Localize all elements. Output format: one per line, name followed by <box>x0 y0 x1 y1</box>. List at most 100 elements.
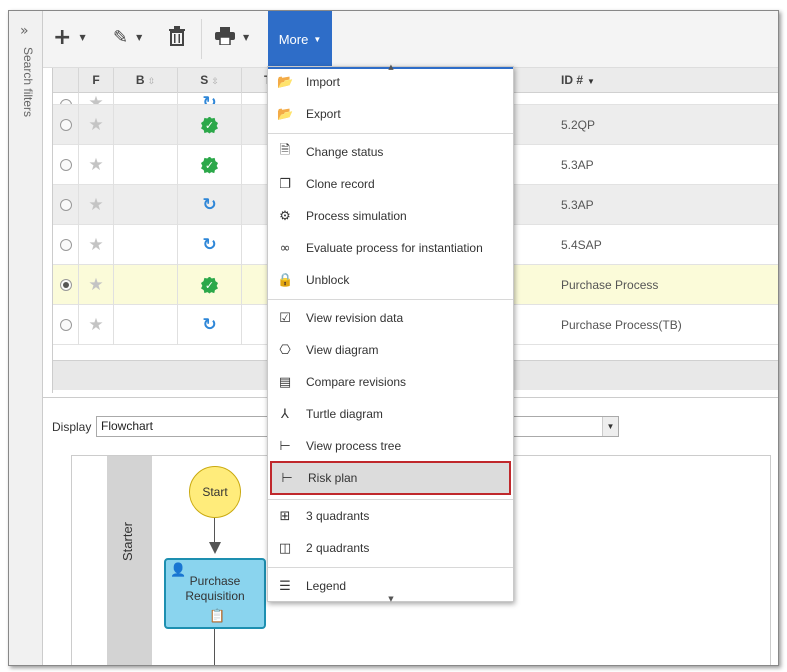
col-label: B <box>135 73 145 87</box>
menu-item-label: View revision data <box>306 311 404 325</box>
sync-icon: ↻ <box>178 93 242 104</box>
menu-item-view-revision-data[interactable]: ☑ View revision data <box>268 303 513 333</box>
col-header-id[interactable]: ID # ▼ <box>547 68 778 93</box>
more-button[interactable]: More ▼ <box>268 11 332 68</box>
row-id: 5.3AP <box>561 158 594 172</box>
menu-item-turtle-diagram[interactable]: ⅄ Turtle diagram <box>268 399 513 429</box>
row-id: Purchase Process <box>561 278 659 292</box>
task-label-line2: Requisition <box>185 589 245 603</box>
start-event[interactable]: Start <box>189 466 241 518</box>
display-label: Display <box>52 420 92 434</box>
cell-b <box>114 225 178 265</box>
cell-b <box>114 93 178 104</box>
add-icon: + <box>53 24 72 50</box>
simulation-icon: ⚙ <box>279 208 291 224</box>
two-quadrants-icon: ◫ <box>278 540 292 556</box>
expand-chevron-icon[interactable]: » <box>20 23 29 39</box>
folder-export-icon: 📂 <box>277 106 294 122</box>
favorite-star-icon[interactable]: ★ <box>79 185 114 225</box>
menu-item-process-simulation[interactable]: ⚙ Process simulation <box>268 201 513 231</box>
menu-item-view-process-tree[interactable]: ⊢ View process tree <box>268 431 513 461</box>
start-label: Start <box>202 485 228 499</box>
col-label: F <box>92 73 100 87</box>
menu-item-clone-record[interactable]: ❐ Clone record <box>268 169 513 199</box>
chevron-down-icon: ▼ <box>313 35 322 44</box>
menu-item-risk-plan[interactable]: ⊢ Risk plan <box>270 461 511 495</box>
pencil-icon: ✎ <box>113 26 129 48</box>
col-label: ID # <box>561 73 584 87</box>
menu-item-unblock[interactable]: 🔒 Unblock <box>268 265 513 295</box>
toolbar-divider <box>201 19 202 59</box>
add-button[interactable]: + ▼ <box>53 24 86 50</box>
status-approved-icon: ✓ <box>178 145 242 185</box>
menu-item-view-diagram[interactable]: ⎔ View diagram <box>268 335 513 365</box>
swimlane-label: Starter <box>120 522 135 562</box>
status-sync-icon: ↻ <box>178 225 242 265</box>
menu-item-import[interactable]: 📂 Import <box>268 67 513 97</box>
row-radio[interactable] <box>53 105 79 145</box>
menu-item-label: 3 quadrants <box>306 509 370 523</box>
col-header-b[interactable]: B ⇳ <box>114 68 178 93</box>
search-filters-label[interactable]: Search filters <box>21 47 35 117</box>
menu-item-label: Process simulation <box>306 209 407 223</box>
menu-item-2-quadrants[interactable]: ◫ 2 quadrants <box>268 533 513 563</box>
menu-item-export[interactable]: 📂 Export <box>268 99 513 129</box>
clone-icon: ❐ <box>279 176 291 192</box>
menu-divider <box>268 133 513 134</box>
three-quadrants-icon: ⊞ <box>279 508 291 524</box>
delete-button[interactable] <box>168 25 186 49</box>
status-sync-icon: ↻ <box>178 185 242 225</box>
menu-item-label: Legend <box>306 579 347 593</box>
menu-item-label: Clone record <box>306 177 375 191</box>
menu-item-change-status[interactable]: 🗎 Change status <box>268 137 513 167</box>
menu-item-compare-revisions[interactable]: ▤ Compare revisions <box>268 367 513 397</box>
menu-item-evaluate-process[interactable]: ∞ Evaluate process for instantiation <box>268 233 513 263</box>
print-button[interactable]: ▼ <box>215 25 249 49</box>
diagram-icon: ⎔ <box>279 342 291 358</box>
row-radio[interactable] <box>53 185 79 225</box>
row-id: 5.3AP <box>561 198 594 212</box>
favorite-star-icon[interactable]: ★ <box>79 93 114 104</box>
row-id: Purchase Process(TB) <box>561 318 682 332</box>
flow-connector <box>214 629 215 665</box>
row-id: 5.2QP <box>561 118 596 132</box>
favorite-star-icon[interactable]: ★ <box>79 145 114 185</box>
more-dropdown-menu: ▲ 📂 Import 📂 Export 🗎 Change status ❐ Cl… <box>267 63 514 603</box>
scroll-down-icon[interactable]: ▼ <box>386 595 396 603</box>
revision-icon: ☑ <box>279 310 291 326</box>
chevron-down-icon[interactable]: ▼ <box>79 33 85 42</box>
printer-icon <box>215 26 235 48</box>
col-select <box>53 68 79 93</box>
edit-button[interactable]: ✎ ▼ <box>113 25 142 49</box>
menu-item-3-quadrants[interactable]: ⊞ 3 quadrants <box>268 501 513 531</box>
row-radio[interactable] <box>53 145 79 185</box>
swimlane: Starter <box>72 456 152 665</box>
search-filters-rail[interactable]: » Search filters <box>9 11 43 665</box>
row-radio[interactable] <box>53 93 79 104</box>
chevron-down-icon[interactable]: ▼ <box>602 417 618 436</box>
row-radio[interactable] <box>53 305 79 345</box>
row-radio[interactable] <box>53 225 79 265</box>
favorite-star-icon[interactable]: ★ <box>79 265 114 305</box>
favorite-star-icon[interactable]: ★ <box>79 305 114 345</box>
tree-icon: ⊢ <box>279 438 291 454</box>
menu-item-label: Import <box>306 75 341 89</box>
compare-icon: ▤ <box>278 374 292 390</box>
cell-b <box>114 265 178 305</box>
col-header-s[interactable]: S ⇳ <box>178 68 242 93</box>
favorite-star-icon[interactable]: ★ <box>79 105 114 145</box>
display-value: Flowchart <box>101 419 154 433</box>
lock-icon: 🔒 <box>277 272 294 288</box>
row-radio[interactable] <box>53 265 79 305</box>
task-purchase-requisition[interactable]: 👤 Purchase Requisition 📋 <box>164 558 266 629</box>
chevron-down-icon[interactable]: ▼ <box>136 33 142 42</box>
chevron-down-icon[interactable]: ▼ <box>243 33 249 42</box>
legend-icon: ☰ <box>279 578 291 594</box>
document-status-icon: 🗎 <box>279 143 291 158</box>
more-label: More <box>278 32 309 47</box>
menu-item-label: Change status <box>306 145 384 159</box>
favorite-star-icon[interactable]: ★ <box>79 225 114 265</box>
trash-icon <box>168 25 186 49</box>
flow-arrowhead <box>209 542 221 554</box>
col-header-f[interactable]: F <box>79 68 114 93</box>
